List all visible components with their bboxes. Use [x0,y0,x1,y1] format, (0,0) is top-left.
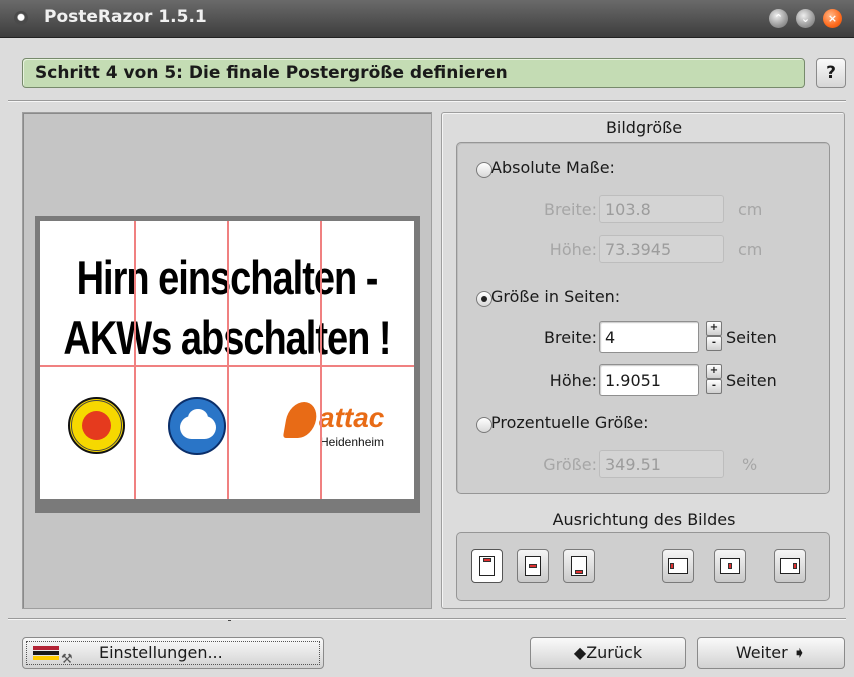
settings-panel: Bildgröße Absolute Maße: Breite: 103.8 c… [441,112,845,609]
spin-up-button[interactable]: + [706,364,722,379]
settings-button[interactable]: ⚒ Einstellungen... [22,637,324,669]
percent-size-label: Prozentuelle Größe: [491,413,649,432]
attac-wordmark: attac [319,402,385,433]
minimize-button[interactable]: ⌃ [769,9,788,28]
pages-height-spinner[interactable]: + - [706,364,722,394]
absolute-height-field[interactable]: 73.3945 [599,235,724,263]
poster-preview: Hirn einschalten - AKWs abschalten ! att… [22,112,432,621]
page-icon [571,556,587,576]
page-icon [720,558,740,574]
poster-image: Hirn einschalten - AKWs abschalten ! att… [40,221,414,499]
spin-down-button[interactable]: - [706,379,722,394]
image-marker [483,558,491,562]
percent-size-unit: % [742,455,758,474]
image-marker [575,570,583,574]
back-arrow-icon: ◆ [573,643,587,662]
close-button[interactable]: × [823,9,842,28]
separator [8,618,846,620]
absolute-width-field[interactable]: 103.8 [599,195,724,223]
image-marker [793,563,797,569]
next-arrow-icon: ➧ [792,643,807,662]
poster-frame: Hirn einschalten - AKWs abschalten ! att… [35,216,420,513]
page-grid-line [40,365,414,367]
pages-width-unit: Seiten [726,328,777,347]
absolute-width-label: Breite: [544,200,597,219]
percent-size-radio[interactable] [476,417,492,433]
next-button[interactable]: Weiter ➧ [697,637,845,669]
image-size-group: Absolute Maße: Breite: 103.8 cm Höhe: 73… [456,142,830,494]
back-button[interactable]: ◆Zurück [530,637,686,669]
kohlekraft-cloud-logo [168,397,226,455]
image-size-title: Bildgröße [605,118,683,137]
step-header: Schritt 4 von 5: Die finale Postergröße … [22,58,805,88]
sun-face [82,411,111,440]
absolute-height-label: Höhe: [549,240,597,259]
absolute-height-unit: cm [738,240,763,259]
page-icon [479,556,495,576]
cloud-shape-top [188,409,208,427]
pages-width-field[interactable]: 4 [599,321,699,353]
page-grid-line [227,221,229,499]
spin-down-button[interactable]: - [706,336,722,351]
title-bar: PosteRazor 1.5.1 ⌃ ⌄ × [0,0,854,38]
pages-width-label: Breite: [544,328,597,347]
window-title: PosteRazor 1.5.1 [44,7,207,27]
page-grid-line [320,221,322,499]
image-marker [670,563,674,569]
percent-size-label-field: Größe: [543,455,597,474]
pages-width-spinner[interactable]: + - [706,321,722,351]
attac-subtitle: Heidenheim [320,435,385,449]
align-right-button[interactable] [774,549,806,583]
pages-height-label: Höhe: [549,371,597,390]
align-left-button[interactable] [662,549,694,583]
image-marker [529,564,537,568]
atomkraft-sun-logo [68,397,125,454]
app-menu-icon[interactable] [14,11,28,25]
pages-size-radio[interactable] [476,291,492,307]
separator [8,100,846,102]
align-center-button[interactable] [714,549,746,583]
back-button-label: Zurück [586,643,643,662]
align-bottom-button[interactable] [563,549,595,583]
percent-size-field[interactable]: 349.51 [599,450,724,478]
pages-height-field[interactable]: 1.9051 [599,364,699,396]
maximize-button[interactable]: ⌄ [796,9,815,28]
align-middle-button[interactable] [517,549,549,583]
page-icon [668,558,688,574]
absolute-width-unit: cm [738,200,763,219]
next-button-label: Weiter [735,643,788,662]
attac-mark [282,402,320,438]
help-button[interactable]: ? [816,58,846,88]
spin-up-button[interactable]: + [706,321,722,336]
language-flags-icon [33,646,59,660]
settings-button-label: Einstellungen... [99,643,223,662]
pages-size-label: Größe in Seiten: [491,287,621,306]
page-icon [525,556,541,576]
alignment-title: Ausrichtung des Bildes [552,510,736,529]
pages-height-unit: Seiten [726,371,777,390]
absolute-size-label: Absolute Maße: [491,158,615,177]
page-grid-line [134,221,136,499]
tools-icon: ⚒ [61,652,73,667]
alignment-group [456,532,830,601]
page-icon [780,558,800,574]
absolute-size-radio[interactable] [476,162,492,178]
image-marker [728,563,732,569]
align-top-button[interactable] [471,549,503,583]
